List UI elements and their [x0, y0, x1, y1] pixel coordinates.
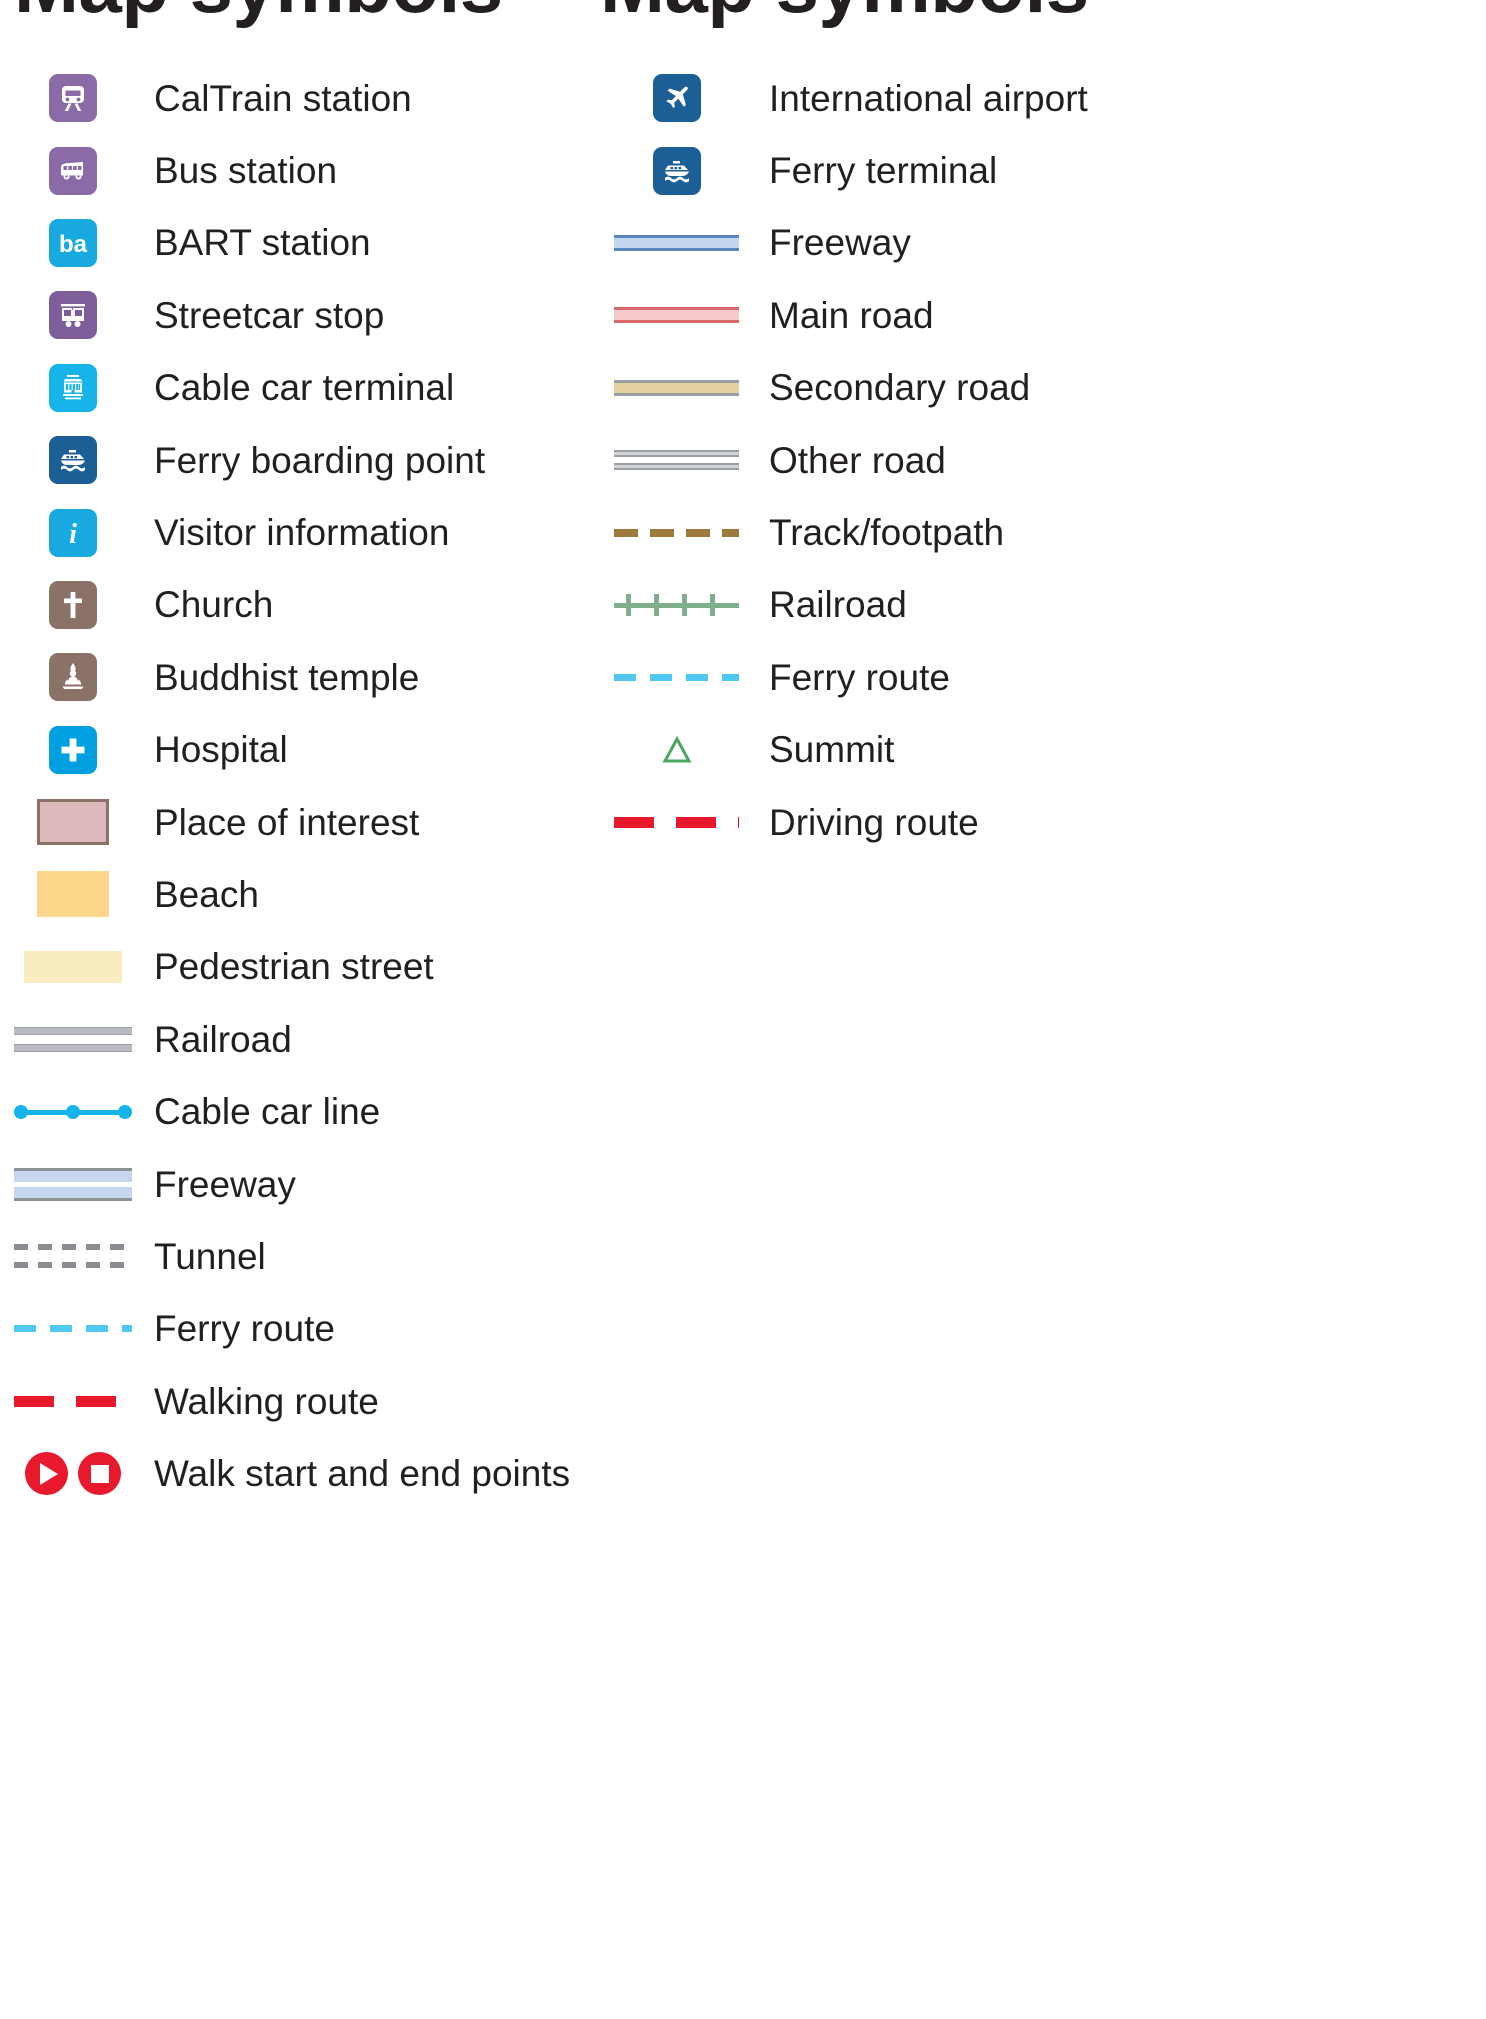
legend-item-label: Track/footpath — [769, 512, 1005, 554]
legend-item-cable-car-line[interactable]: Cable car line — [0, 1075, 743, 1147]
pedestrian-street-swatch — [14, 937, 132, 997]
legend-title-left: Map symbols — [14, 0, 503, 31]
secondary-road-sample — [614, 358, 739, 418]
legend-item-label: Cable car line — [154, 1091, 381, 1133]
legend-item-ferry-route-left[interactable]: Ferry route — [0, 1293, 743, 1365]
driving-route-sample — [614, 792, 739, 852]
legend-item-summit[interactable]: Summit — [0, 714, 1486, 786]
freeway-road-sample — [614, 213, 739, 273]
legend-item-label: Ferry route — [154, 1308, 335, 1350]
legend-item-label: Tunnel — [154, 1235, 266, 1277]
international-airport-icon — [614, 68, 739, 128]
track-footpath-sample — [614, 503, 739, 563]
legend-item-label: Ferry terminal — [769, 150, 998, 192]
legend-item-label: Other road — [769, 439, 946, 481]
cable-car-line-sample — [14, 1082, 132, 1142]
legend-item-label: Summit — [769, 729, 895, 771]
legend-item-secondary-road[interactable]: Secondary road — [0, 352, 1486, 424]
legend-item-walk-start-end-points[interactable]: Walk start and end points — [0, 1437, 743, 1509]
legend-item-ferry-route-right[interactable]: Ferry route — [0, 641, 1486, 713]
walking-route-line-sample — [14, 1371, 132, 1431]
legend-item-main-road[interactable]: Main road — [0, 279, 1486, 351]
legend-item-beach[interactable]: Beach — [0, 858, 743, 930]
railroad-line-sample — [14, 1009, 132, 1069]
legend-item-label: Secondary road — [769, 367, 1031, 409]
legend-item-freeway-right[interactable]: Freeway — [0, 207, 1486, 279]
legend-list-right: International airport Ferry terminal Fre… — [0, 62, 1486, 858]
legend-item-label: Railroad — [154, 1018, 292, 1060]
summit-icon — [614, 720, 739, 780]
legend-item-label: International airport — [769, 77, 1088, 119]
walk-start-end-marker-sample — [14, 1444, 132, 1504]
legend-item-freeway-left[interactable]: Freeway — [0, 1148, 743, 1220]
railroad-green-sample — [614, 575, 739, 635]
legend-item-track-footpath[interactable]: Track/footpath — [0, 496, 1486, 568]
walk-end-icon — [78, 1452, 121, 1496]
legend-item-pedestrian-street[interactable]: Pedestrian street — [0, 931, 743, 1003]
map-legend: Map symbols CalTrain station — [0, 0, 1486, 2019]
tunnel-line-sample — [14, 1226, 132, 1286]
main-road-sample — [614, 285, 739, 345]
legend-item-label: Freeway — [154, 1163, 296, 1205]
legend-item-label: Pedestrian street — [154, 946, 434, 988]
beach-swatch — [14, 864, 132, 924]
legend-item-other-road[interactable]: Other road — [0, 424, 1486, 496]
ferry-route-line-sample — [14, 1299, 132, 1359]
legend-item-tunnel[interactable]: Tunnel — [0, 1220, 743, 1292]
legend-item-label: Main road — [769, 294, 934, 336]
legend-item-railroad-right[interactable]: Railroad — [0, 569, 1486, 641]
legend-item-label: Beach — [154, 873, 259, 915]
ferry-terminal-icon — [614, 141, 739, 201]
legend-item-label: Freeway — [769, 222, 911, 264]
legend-item-label: Walk start and end points — [154, 1453, 571, 1495]
walk-start-icon — [25, 1452, 68, 1496]
legend-item-railroad-left[interactable]: Railroad — [0, 1003, 743, 1075]
ferry-route-sample — [614, 647, 739, 707]
other-road-sample — [614, 430, 739, 490]
freeway-line-sample — [14, 1154, 132, 1214]
legend-title-left-clipped: Map symbols — [0, 0, 743, 62]
legend-item-ferry-terminal[interactable]: Ferry terminal — [0, 134, 1486, 206]
legend-column-right: Map symbols International airport — [0, 0, 1486, 858]
legend-item-label: Ferry route — [769, 656, 950, 698]
legend-item-driving-route[interactable]: Driving route — [0, 786, 1486, 858]
legend-item-walking-route[interactable]: Walking route — [0, 1365, 743, 1437]
legend-item-label: Walking route — [154, 1380, 379, 1422]
legend-item-label: Driving route — [769, 801, 979, 843]
legend-item-international-airport[interactable]: International airport — [0, 62, 1486, 134]
legend-item-label: Railroad — [769, 584, 907, 626]
